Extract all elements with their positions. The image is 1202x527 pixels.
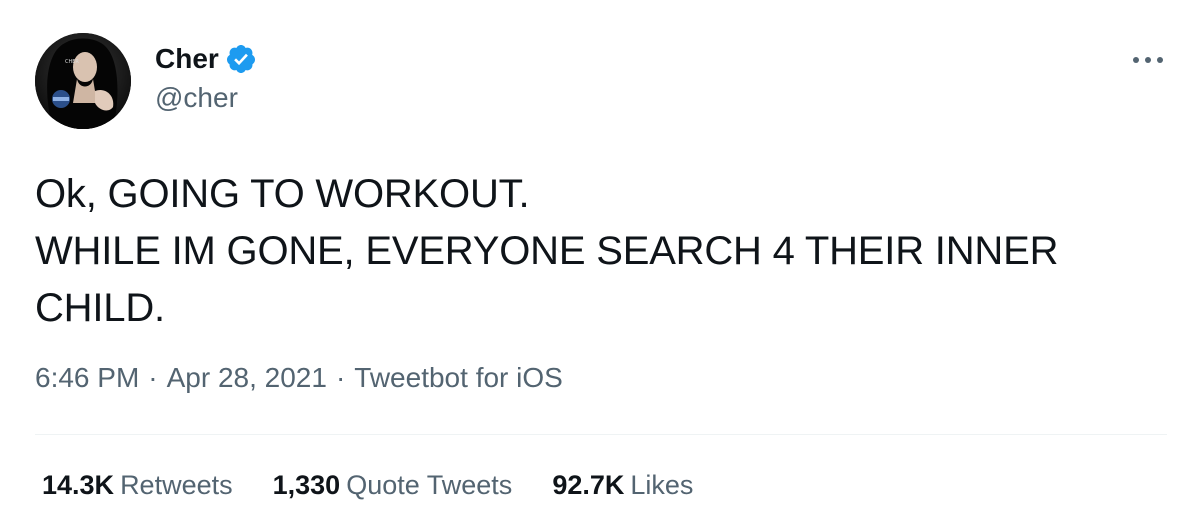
more-horizontal-icon [1133, 57, 1163, 63]
likes-label: Likes [630, 470, 694, 500]
tweet-date[interactable]: Apr 28, 2021 [167, 362, 327, 394]
tweet-stats: 14.3K Retweets 1,330 Quote Tweets 92.7K Lik… [42, 470, 733, 501]
tweet-text: Ok, GOING TO WORKOUT. WHILE IM GONE, EVE… [35, 172, 1059, 330]
retweets-stat[interactable]: 14.3K Retweets [42, 470, 233, 501]
retweets-label: Retweets [120, 470, 233, 500]
tweet-time[interactable]: 6:46 PM [35, 362, 139, 394]
author-name-row: Cher [155, 42, 257, 76]
quote-tweets-label: Quote Tweets [346, 470, 513, 500]
quote-tweets-count: 1,330 [272, 470, 341, 500]
author-display-name[interactable]: Cher [155, 43, 219, 75]
verified-badge-icon [225, 43, 257, 75]
stats-divider [35, 434, 1167, 435]
meta-separator: · [335, 362, 346, 393]
svg-text:CHER: CHER [65, 59, 79, 65]
tweet-source[interactable]: Tweetbot for iOS [354, 362, 563, 394]
author-avatar[interactable]: CHER [35, 33, 131, 129]
quote-tweets-stat[interactable]: 1,330 Quote Tweets [273, 470, 513, 501]
meta-separator: · [148, 362, 158, 393]
retweets-count: 14.3K [42, 470, 115, 500]
more-options-button[interactable] [1127, 44, 1169, 76]
likes-stat[interactable]: 92.7K Likes [552, 470, 693, 501]
tweet-meta: 6:46 PM · Apr 28, 2021 · Tweetbot for iO… [35, 362, 563, 394]
likes-count: 92.7K [552, 470, 625, 500]
tweet-card: CHER Cher @cher Ok, GOING TO WORKOUT. WH… [0, 0, 1202, 527]
author-handle[interactable]: @cher [155, 82, 238, 114]
avatar-image: CHER [35, 33, 131, 129]
